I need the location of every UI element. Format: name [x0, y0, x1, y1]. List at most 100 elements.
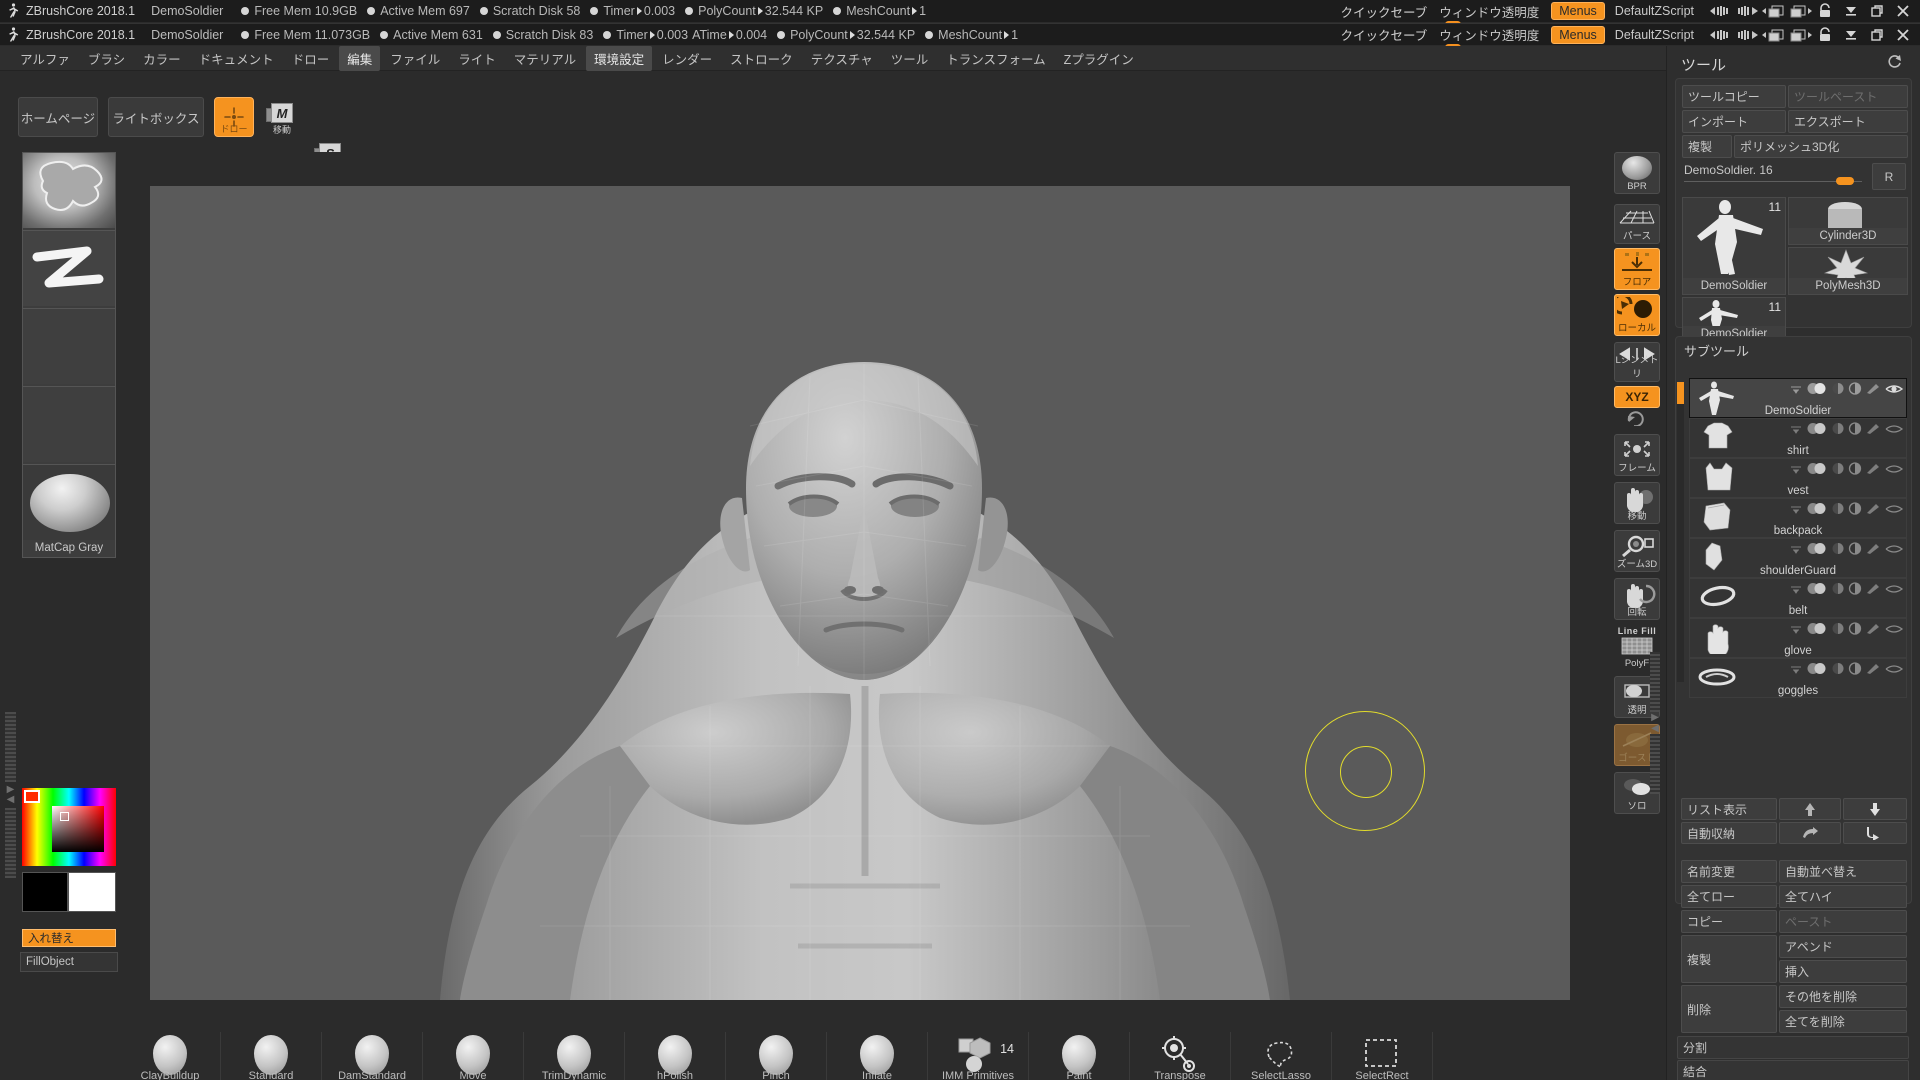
move-view-button[interactable]: 移動	[1614, 482, 1660, 524]
subtool-row-goggles[interactable]: goggles	[1689, 658, 1907, 698]
subtool-brush-icon[interactable]	[1865, 462, 1881, 475]
menu-item-stroke[interactable]: ストローク	[722, 46, 801, 71]
xyz-button[interactable]: XYZ	[1614, 386, 1660, 408]
make-polymesh3d-button[interactable]: ポリメッシュ3D化	[1734, 135, 1908, 158]
color-picker[interactable]	[22, 788, 116, 866]
subtool-contrast-icon[interactable]	[1848, 622, 1862, 635]
window-opacity-slider-1[interactable]: ウィンドウ透明度	[1439, 2, 1540, 28]
all-low-button[interactable]: 全てロー	[1681, 885, 1777, 908]
subtool-scrollbar[interactable]	[1677, 382, 1684, 682]
subtool-contrast-icon[interactable]	[1848, 422, 1862, 435]
canvas-document[interactable]	[150, 186, 1570, 1000]
menu-item-tool[interactable]: ツール	[883, 46, 937, 71]
menus-button-2[interactable]: Menus	[1551, 25, 1605, 44]
subtool-half-circle-icon[interactable]	[1831, 622, 1845, 635]
subtool-icon-group[interactable]	[1789, 542, 1904, 555]
subtool-row-demosoldier[interactable]: DemoSoldier	[1689, 378, 1907, 418]
next-document-icon-2[interactable]	[1786, 25, 1812, 45]
brush-cell-damstandard[interactable]: DamStandard	[322, 1032, 423, 1080]
color-marker-secondary[interactable]	[60, 812, 69, 821]
subtool-eye-toggle-icon[interactable]	[1806, 462, 1828, 475]
menu-item-render[interactable]: レンダー	[654, 46, 720, 71]
zscript-prev-icon-1[interactable]	[1708, 1, 1734, 21]
grip-bar[interactable]	[5, 808, 16, 878]
subtool-row-glove[interactable]: glove	[1689, 618, 1907, 658]
move-out-button[interactable]	[1779, 822, 1841, 844]
duplicate-button[interactable]: 複製	[1681, 935, 1777, 983]
brush-cell-selectlasso[interactable]: SelectLasso	[1231, 1032, 1332, 1080]
subtool-row-shirt[interactable]: shirt	[1689, 418, 1907, 458]
subtool-brush-icon[interactable]	[1865, 622, 1881, 635]
move-in-button[interactable]	[1843, 822, 1907, 844]
subtool-brush-icon[interactable]	[1865, 382, 1881, 395]
window-opacity-slider-2[interactable]: ウィンドウ透明度	[1439, 25, 1539, 51]
clone-button[interactable]: 複製	[1682, 135, 1732, 158]
subtool-collapse-icon[interactable]	[1789, 623, 1803, 635]
homepage-button[interactable]: ホームページ	[18, 97, 98, 137]
brush-cell-pinch[interactable]: Pinch	[726, 1032, 827, 1080]
frame-button[interactable]: フレーム	[1614, 434, 1660, 476]
subtool-contrast-icon[interactable]	[1848, 502, 1862, 515]
perspective-button[interactable]: パース	[1614, 204, 1660, 244]
prev-document-icon-2[interactable]	[1760, 25, 1786, 45]
material-swatch[interactable]: MatCap Gray	[22, 464, 116, 558]
copy-button[interactable]: コピー	[1681, 910, 1777, 933]
lightbox-button[interactable]: ライトボックス	[108, 97, 204, 137]
subtool-brush-icon[interactable]	[1865, 582, 1881, 595]
append-button[interactable]: アペンド	[1779, 935, 1907, 958]
menu-item-file[interactable]: ファイル	[382, 46, 448, 71]
subtool-row-backpack[interactable]: backpack	[1689, 498, 1907, 538]
brush-cell-move[interactable]: Move	[423, 1032, 524, 1080]
subtool-row-belt[interactable]: belt	[1689, 578, 1907, 618]
subtool-eye-toggle-icon[interactable]	[1806, 542, 1828, 555]
tool-paste-button[interactable]: ツールペースト	[1788, 85, 1908, 108]
lock-icon-1[interactable]	[1812, 1, 1838, 21]
swap-colors-button[interactable]: 入れ替え	[22, 929, 116, 947]
menu-item-draw[interactable]: ドロー	[284, 46, 338, 71]
quicksave-button-1[interactable]: クイックセーブ	[1340, 2, 1427, 21]
bpr-button[interactable]: BPR	[1614, 152, 1660, 194]
subtool-contrast-icon[interactable]	[1848, 462, 1862, 475]
subtool-eye-toggle-icon[interactable]	[1806, 422, 1828, 435]
grip-bar[interactable]	[1650, 734, 1660, 794]
subtool-collapse-icon[interactable]	[1789, 663, 1803, 675]
zscript-prev-icon-2[interactable]	[1708, 25, 1734, 45]
maximize-icon-1[interactable]	[1864, 1, 1890, 21]
auto-reorder-button[interactable]: 自動並べ替え	[1779, 860, 1907, 883]
rotate-handle-icon[interactable]	[1614, 410, 1660, 430]
brush-cell-trimdynamic[interactable]: TrimDynamic	[524, 1032, 625, 1080]
menu-item-document[interactable]: ドキュメント	[191, 46, 282, 71]
tool-slider-knob[interactable]	[1836, 177, 1854, 185]
quicksave-button-2[interactable]: クイックセーブ	[1340, 25, 1427, 44]
r-button[interactable]: R	[1872, 163, 1906, 190]
subtool-half-circle-icon[interactable]	[1831, 542, 1845, 555]
tool-item-cylinder3d[interactable]: Cylinder3D	[1788, 197, 1908, 245]
subtool-collapse-icon[interactable]	[1789, 503, 1803, 515]
prev-document-icon-1[interactable]	[1760, 1, 1786, 21]
subtool-contrast-icon[interactable]	[1848, 382, 1862, 395]
floor-button[interactable]: フロア	[1614, 248, 1660, 290]
right-shelf-grip[interactable]: ▶ ◀	[1650, 652, 1660, 822]
subtool-brush-icon[interactable]	[1865, 422, 1881, 435]
secondary-color-swatch[interactable]	[22, 872, 68, 912]
tool-copy-button[interactable]: ツールコピー	[1682, 85, 1786, 108]
grip-arrows-icon[interactable]: ▶ ◀	[5, 785, 16, 805]
grip-arrows-icon[interactable]: ▶ ◀	[1650, 712, 1660, 734]
menu-item-preferences[interactable]: 環境設定	[586, 45, 653, 71]
subtool-contrast-icon[interactable]	[1848, 582, 1862, 595]
menu-item-material[interactable]: マテリアル	[506, 46, 584, 71]
brush-cell-inflate[interactable]: Inflate	[827, 1032, 928, 1080]
menu-item-brush[interactable]: ブラシ	[80, 46, 133, 71]
delete-all-button[interactable]: 全てを削除	[1779, 1010, 1907, 1033]
menu-item-alpha[interactable]: アルファ	[12, 46, 78, 71]
maximize-icon-2[interactable]	[1864, 25, 1890, 45]
subtool-icon-group[interactable]	[1789, 422, 1904, 435]
brush-cell-imm-primitives[interactable]: 14 IMM Primitives	[928, 1032, 1029, 1080]
brush-cell-hpolish[interactable]: hPolish	[625, 1032, 726, 1080]
subtool-half-circle-icon[interactable]	[1831, 502, 1845, 515]
subtool-icon-group[interactable]	[1789, 462, 1904, 475]
fill-object-button[interactable]: FillObject	[20, 952, 118, 972]
subtool-half-circle-icon[interactable]	[1831, 582, 1845, 595]
subtool-icon-group[interactable]	[1789, 622, 1904, 635]
canvas-area[interactable]	[120, 152, 1604, 1032]
